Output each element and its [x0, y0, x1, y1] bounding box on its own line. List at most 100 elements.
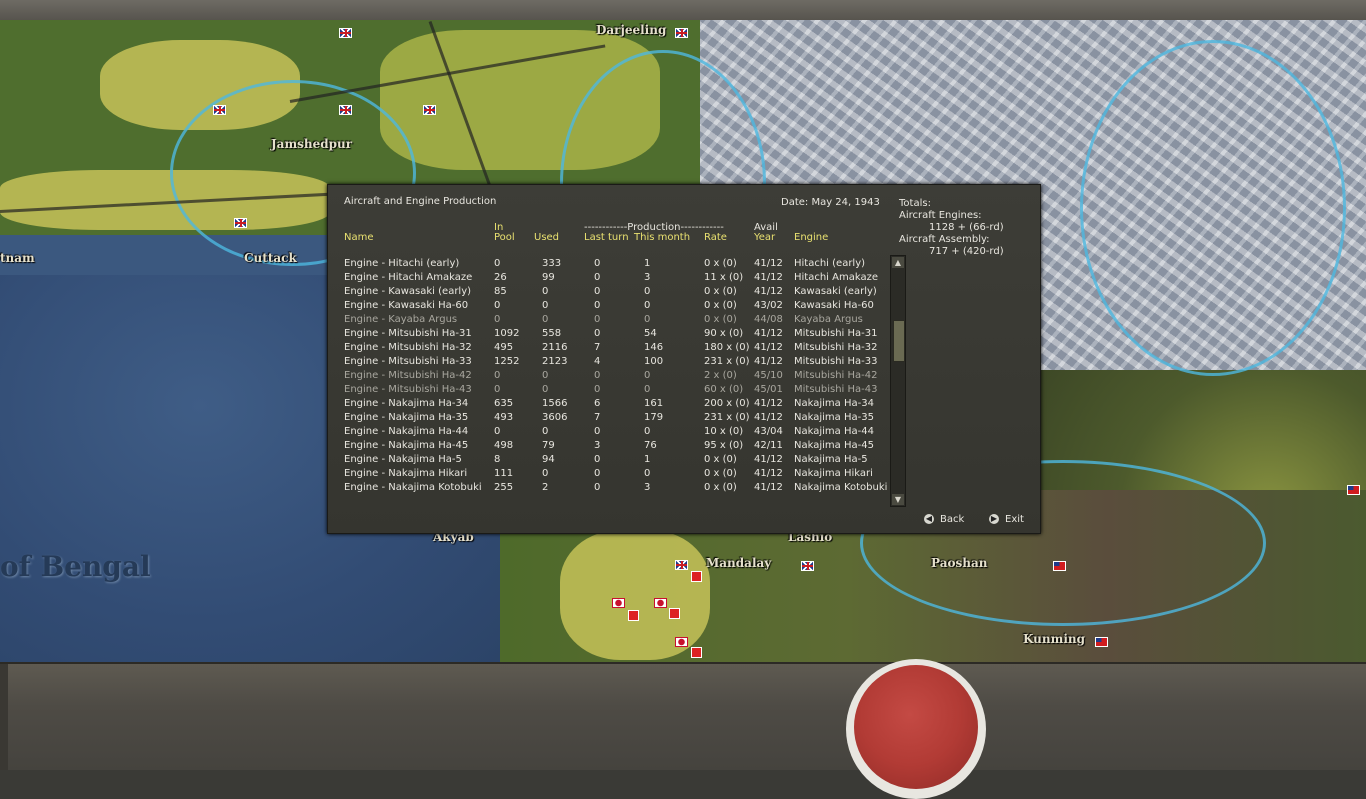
- cell-used: 2123: [542, 356, 568, 367]
- cell-year: 41/12: [754, 258, 783, 269]
- cell-pool: 0: [494, 370, 501, 381]
- british-base-icon[interactable]: [213, 105, 226, 115]
- british-base-icon[interactable]: [423, 105, 436, 115]
- chinese-base-icon[interactable]: [1053, 561, 1066, 571]
- cell-year: 45/10: [754, 370, 783, 381]
- cell-rate: 0 x (0): [704, 482, 737, 493]
- cell-last: 0: [594, 482, 601, 493]
- cell-month: 0: [644, 300, 651, 311]
- cell-month: 0: [644, 314, 651, 325]
- cell-last: 7: [594, 342, 601, 353]
- cell-last: 0: [594, 328, 601, 339]
- end-turn-seal-button[interactable]: [846, 659, 986, 799]
- totals-panel: Totals: Aircraft Engines: 1128 + (66-rd)…: [899, 198, 1004, 258]
- cell-rate: 231 x (0): [704, 412, 750, 423]
- japanese-unit-marker-icon[interactable]: [628, 610, 639, 621]
- cell-rate: 60 x (0): [704, 384, 744, 395]
- japanese-unit-marker-icon[interactable]: [691, 571, 702, 582]
- japanese-unit-icon[interactable]: [654, 598, 667, 608]
- cell-last: 0: [594, 300, 601, 311]
- cell-year: 41/12: [754, 328, 783, 339]
- cell-name: Engine - Nakajima Kotobuki: [344, 482, 482, 493]
- japanese-unit-marker-icon[interactable]: [669, 608, 680, 619]
- cell-pool: 255: [494, 482, 514, 493]
- cell-rate: 10 x (0): [704, 426, 744, 437]
- wax-seal-icon: [854, 665, 978, 789]
- cell-month: 0: [644, 426, 651, 437]
- column-header-engine[interactable]: Engine: [794, 233, 828, 243]
- british-base-icon[interactable]: [234, 218, 247, 228]
- cell-month: 0: [644, 384, 651, 395]
- column-header-last-turn[interactable]: Last turn: [584, 233, 629, 243]
- cell-year: 41/12: [754, 286, 783, 297]
- japanese-unit-icon[interactable]: [675, 637, 688, 647]
- current-date: Date: May 24, 1943: [781, 197, 880, 208]
- british-base-icon[interactable]: [339, 105, 352, 115]
- column-header-pool[interactable]: Pool: [494, 233, 515, 243]
- cell-rate: 0 x (0): [704, 286, 737, 297]
- cell-name: Engine - Mitsubishi Ha-33: [344, 356, 472, 367]
- cell-last: 0: [594, 454, 601, 465]
- exit-button[interactable]: ▶ Exit: [989, 514, 1024, 525]
- cell-pool: 111: [494, 468, 514, 479]
- city-darjeeling[interactable]: Darjeeling: [596, 23, 666, 37]
- city-jamshedpur[interactable]: Jamshedpur: [271, 137, 352, 151]
- chinese-base-icon[interactable]: [1347, 485, 1360, 495]
- cell-pool: 1092: [494, 328, 520, 339]
- cell-used: 558: [542, 328, 562, 339]
- chinese-base-icon[interactable]: [1095, 637, 1108, 647]
- british-base-icon[interactable]: [339, 28, 352, 38]
- column-header-name[interactable]: Name: [344, 233, 374, 243]
- cell-name: Engine - Nakajima Ha-45: [344, 440, 469, 451]
- back-button-label: Back: [940, 514, 965, 525]
- city-cuttack[interactable]: Cuttack: [244, 251, 297, 265]
- back-button[interactable]: ◀ Back: [924, 514, 964, 525]
- column-header-this-month[interactable]: This month: [634, 233, 690, 243]
- cell-engine: Kawasaki Ha-60: [794, 300, 874, 311]
- cell-rate: 2 x (0): [704, 370, 737, 381]
- cell-name: Engine - Hitachi (early): [344, 258, 460, 269]
- cell-year: 45/01: [754, 384, 783, 395]
- cell-used: 3606: [542, 412, 568, 423]
- british-base-icon[interactable]: [675, 28, 688, 38]
- cell-last: 3: [594, 440, 601, 451]
- cell-rate: 11 x (0): [704, 272, 744, 283]
- cell-year: 41/12: [754, 356, 783, 367]
- arrow-right-icon: ▶: [989, 514, 999, 524]
- cell-rate: 0 x (0): [704, 468, 737, 479]
- column-header-rate[interactable]: Rate: [704, 233, 727, 243]
- column-header-used[interactable]: Used: [534, 233, 559, 243]
- cell-name: Engine - Kawasaki (early): [344, 286, 472, 297]
- cell-name: Engine - Mitsubishi Ha-42: [344, 370, 472, 381]
- cell-engine: Hitachi Amakaze: [794, 272, 878, 283]
- cell-name: Engine - Nakajima Ha-5: [344, 454, 462, 465]
- cell-last: 0: [594, 286, 601, 297]
- table-scrollbar[interactable]: ▲ ▼: [890, 255, 906, 507]
- city-kunming[interactable]: Kunming: [1023, 632, 1085, 646]
- japanese-unit-icon[interactable]: [612, 598, 625, 608]
- sea-label: of Bengal: [0, 550, 151, 583]
- scroll-thumb[interactable]: [893, 320, 905, 362]
- british-base-icon[interactable]: [801, 561, 814, 571]
- cell-year: 41/12: [754, 454, 783, 465]
- city-vietnam-partial[interactable]: tnam: [0, 251, 35, 265]
- cell-pool: 0: [494, 426, 501, 437]
- city-mandalay[interactable]: Mandalay: [706, 556, 771, 570]
- city-paoshan[interactable]: Paoshan: [931, 556, 987, 570]
- totals-label: Totals:: [899, 198, 931, 209]
- cell-last: 7: [594, 412, 601, 423]
- column-header-year[interactable]: Year: [754, 233, 775, 243]
- scroll-up-icon[interactable]: ▲: [892, 257, 904, 268]
- cell-year: 41/12: [754, 412, 783, 423]
- scroll-down-icon[interactable]: ▼: [892, 494, 904, 505]
- japanese-unit-marker-icon[interactable]: [691, 647, 702, 658]
- assembly-total-label: Aircraft Assembly:: [899, 234, 990, 245]
- british-base-icon[interactable]: [675, 560, 688, 570]
- cell-name: Engine - Kawasaki Ha-60: [344, 300, 469, 311]
- cell-rate: 90 x (0): [704, 328, 744, 339]
- cell-used: 0: [542, 370, 549, 381]
- cell-engine: Mitsubishi Ha-33: [794, 356, 878, 367]
- cell-engine: Mitsubishi Ha-43: [794, 384, 878, 395]
- cell-used: 99: [542, 272, 555, 283]
- cell-name: Engine - Nakajima Ha-44: [344, 426, 469, 437]
